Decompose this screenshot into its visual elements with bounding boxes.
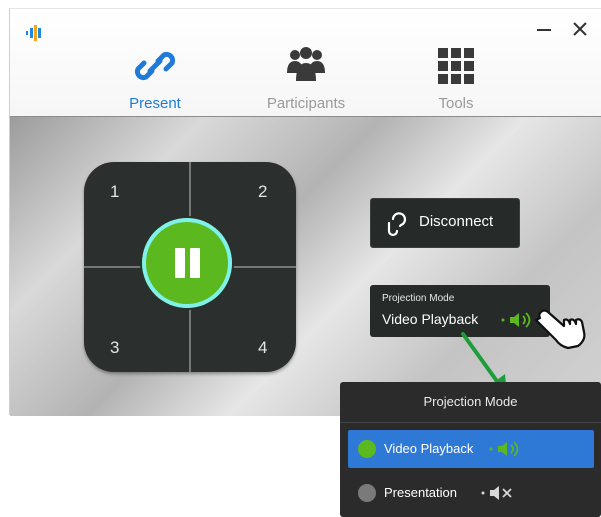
radio-unselected-icon [358, 484, 376, 502]
projection-mode-dropdown: Projection Mode Video Playback Presentat… [340, 382, 601, 517]
tab-participants[interactable]: Participants [246, 43, 366, 115]
quadrant-2-button[interactable]: 2 [256, 162, 296, 202]
tab-tools-label: Tools [438, 95, 474, 112]
tab-tools[interactable]: Tools [396, 43, 516, 115]
split-screen-pad: 1 2 3 4 [84, 162, 296, 372]
tab-present[interactable]: Present [95, 43, 215, 115]
minimize-button[interactable] [534, 19, 554, 39]
top-toolbar: Present Participants Tools [10, 9, 601, 116]
pointer-hand-icon [534, 309, 586, 350]
close-button[interactable] [570, 19, 590, 39]
unlink-icon [387, 212, 407, 237]
option-label: Presentation [384, 485, 457, 500]
dropdown-divider [340, 422, 601, 423]
quadrant-4-button[interactable]: 4 [256, 332, 296, 372]
quadrant-label: 4 [258, 338, 268, 357]
pause-icon [190, 248, 200, 278]
app-logo-icon [26, 25, 41, 41]
projection-mode-value: Video Playback [382, 311, 479, 327]
speaker-muted-icon [481, 486, 512, 500]
radio-selected-icon [358, 440, 376, 458]
grid-icon [438, 48, 474, 84]
pause-button[interactable] [142, 218, 232, 308]
speaker-on-icon [501, 312, 531, 328]
option-label: Video Playback [384, 441, 474, 456]
pause-icon [175, 248, 185, 278]
quadrant-3-button[interactable]: 3 [84, 332, 124, 372]
option-video-playback[interactable]: Video Playback [348, 430, 594, 468]
speaker-on-icon [489, 441, 519, 457]
quadrant-1-button[interactable]: 1 [84, 162, 124, 202]
link-icon [134, 51, 176, 81]
disconnect-label: Disconnect [419, 213, 494, 230]
projection-mode-title: Projection Mode [382, 293, 455, 304]
quadrant-label: 2 [258, 182, 268, 201]
option-presentation[interactable]: Presentation [348, 474, 594, 512]
dropdown-title: Projection Mode [423, 394, 518, 409]
quadrant-label: 1 [110, 182, 120, 201]
quadrant-label: 3 [110, 338, 120, 357]
disconnect-button[interactable]: Disconnect [370, 198, 520, 248]
tab-present-label: Present [129, 95, 181, 112]
tab-participants-label: Participants [266, 95, 346, 112]
users-icon [287, 47, 325, 81]
